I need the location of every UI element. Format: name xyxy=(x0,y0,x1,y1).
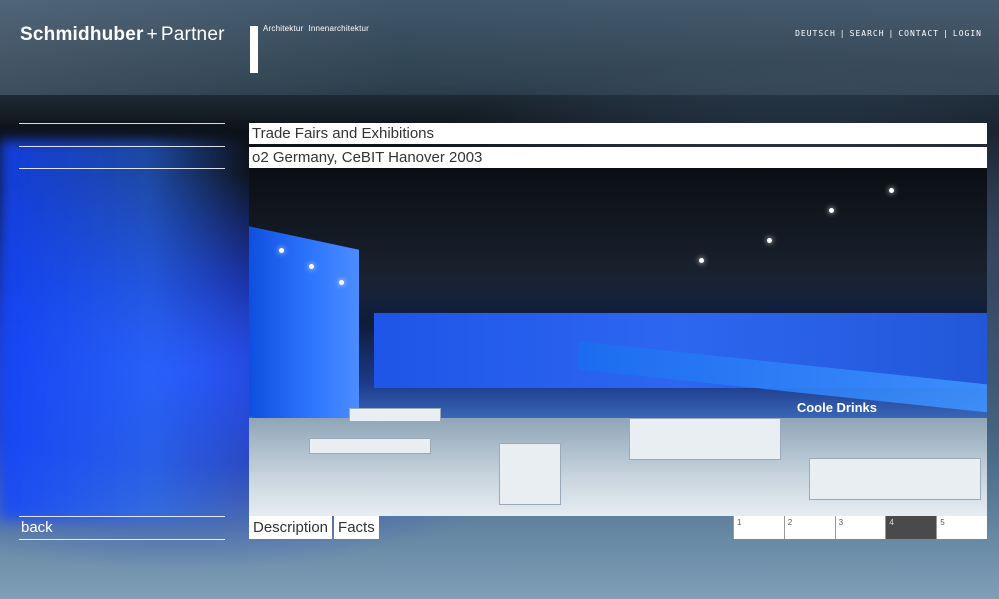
sidebar-divider xyxy=(19,123,225,124)
tagline-architecture: Architektur xyxy=(263,24,304,33)
photo-light xyxy=(889,188,894,193)
page-button[interactable]: 3 xyxy=(834,516,886,539)
back-link[interactable]: back xyxy=(21,519,53,536)
brand-logo[interactable]: Schmidhuber + Partner xyxy=(20,24,225,46)
nav-search-link[interactable]: SEARCH xyxy=(850,29,885,38)
page-button[interactable]: 5 xyxy=(936,516,987,539)
tagline-interior: Innenarchitektur xyxy=(308,24,370,33)
tab-facts[interactable]: Facts xyxy=(334,516,379,539)
sidebar-divider xyxy=(19,516,225,517)
nav-separator: | xyxy=(943,29,949,38)
photo-counter xyxy=(809,458,981,500)
brand-divider xyxy=(250,26,258,73)
content-tabs: Description Facts xyxy=(249,516,381,539)
photo-counter xyxy=(309,438,431,454)
project-photo: Coole Drinks xyxy=(249,168,987,516)
photo-light xyxy=(767,238,772,243)
page-button-active[interactable]: 4 xyxy=(885,516,937,539)
photo-light xyxy=(309,264,314,269)
sidebar-divider xyxy=(19,539,225,540)
photo-light xyxy=(339,280,344,285)
brand-name-bold: Schmidhuber xyxy=(20,24,144,45)
nav-contact-link[interactable]: CONTACT xyxy=(898,29,939,38)
tab-description[interactable]: Description xyxy=(249,516,333,539)
nav-login-link[interactable]: LOGIN xyxy=(953,29,982,38)
image-pager: 1 2 3 4 5 xyxy=(733,516,987,539)
photo-light xyxy=(279,248,284,253)
project-title: o2 Germany, CeBIT Hanover 2003 xyxy=(249,147,987,168)
photo-ceiling xyxy=(249,168,987,308)
brand-tagline: Architektur Innenarchitektur xyxy=(263,24,374,33)
photo-counter xyxy=(349,408,441,422)
brand-plus: + xyxy=(146,24,158,45)
sidebar-divider xyxy=(19,168,225,169)
brand-name-light: Partner xyxy=(160,24,225,45)
header-background xyxy=(0,0,999,95)
top-navigation: DEUTSCH | SEARCH | CONTACT | LOGIN xyxy=(795,29,982,38)
background-glow xyxy=(0,140,250,520)
photo-light xyxy=(829,208,834,213)
photo-banner-text: Coole Drinks xyxy=(796,400,877,415)
photo-counter xyxy=(499,443,561,505)
nav-separator: | xyxy=(839,29,846,38)
page-button[interactable]: 1 xyxy=(733,516,784,539)
nav-separator: | xyxy=(888,29,895,38)
page-button[interactable]: 2 xyxy=(783,516,835,539)
photo-counter xyxy=(629,418,781,460)
nav-deutsch-link[interactable]: DEUTSCH xyxy=(795,29,836,38)
photo-light xyxy=(699,258,704,263)
photo-blue-wall-left xyxy=(249,226,359,440)
category-title: Trade Fairs and Exhibitions xyxy=(249,123,987,144)
sidebar-divider xyxy=(19,146,225,147)
